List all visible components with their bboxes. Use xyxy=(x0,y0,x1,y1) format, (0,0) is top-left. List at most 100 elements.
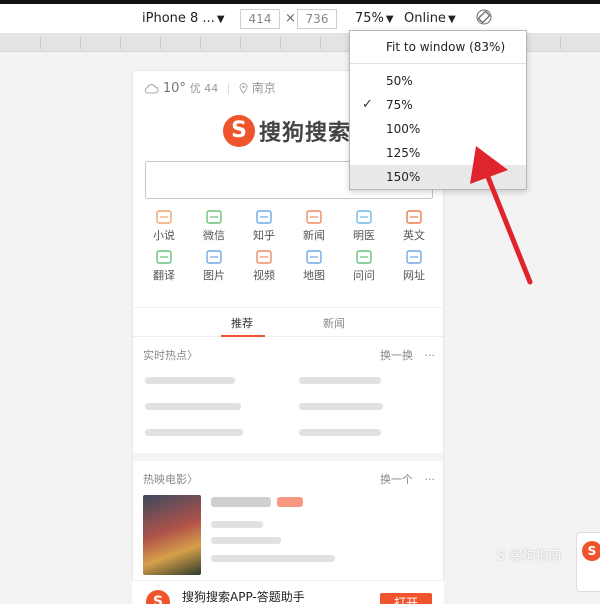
hot-topic-item[interactable] xyxy=(145,403,241,410)
hot-topics-title[interactable]: 实时热点 xyxy=(143,349,187,362)
zoom-caret-icon: ▼ xyxy=(385,14,394,25)
shortcut-english[interactable]: 英文 xyxy=(389,209,439,243)
active-tab-indicator xyxy=(221,335,265,337)
dimension-separator: × xyxy=(285,11,296,26)
menu-item-zoom-option[interactable]: ✓ 75% xyxy=(350,93,526,117)
network-label: Online xyxy=(404,11,446,26)
app-download-banner[interactable]: S 搜狗搜索APP-答题助手 打开 xyxy=(132,580,444,604)
zoom-option-label: 150% xyxy=(386,170,421,184)
shortcut-label: 翻译 xyxy=(153,269,175,282)
device-select[interactable]: iPhone 8 ... ▼ xyxy=(142,11,225,26)
movies-title[interactable]: 热映电影 xyxy=(143,473,187,486)
zoom-option-label: 100% xyxy=(386,122,421,136)
menu-separator xyxy=(350,63,526,64)
shortcut-medical[interactable]: 明医 xyxy=(339,209,389,243)
tab-recommend[interactable]: 推荐 xyxy=(231,315,253,331)
movie-meta xyxy=(211,521,263,528)
zoom-option-label: 75% xyxy=(386,98,413,112)
news-icon xyxy=(306,210,322,224)
sogou-logo: S 搜狗搜索 xyxy=(223,115,351,147)
website-icon xyxy=(406,250,422,264)
shortcut-label: 小说 xyxy=(153,229,175,242)
device-label: iPhone 8 ... xyxy=(142,11,215,26)
watermark: S 搜狗指南 xyxy=(497,549,562,564)
rotate-button[interactable] xyxy=(476,9,492,29)
image-icon xyxy=(206,250,222,264)
movie-title[interactable] xyxy=(211,497,271,507)
zhihu-icon xyxy=(256,210,272,224)
network-caret-icon: ▼ xyxy=(447,14,456,25)
hot-topics-chevron-icon: 〉 xyxy=(187,349,198,362)
zoom-option-label: 125% xyxy=(386,146,421,160)
shortcut-label: 知乎 xyxy=(253,229,275,242)
location-label: 南京 xyxy=(251,81,276,95)
hot-topic-item[interactable] xyxy=(299,403,383,410)
air-quality: 优 44 xyxy=(189,82,219,95)
section-divider xyxy=(133,453,443,461)
zoom-select[interactable]: 75% ▼ xyxy=(355,11,394,26)
rotate-icon xyxy=(476,9,492,25)
zoom-label: 75% xyxy=(355,11,384,26)
hot-topic-item[interactable] xyxy=(299,429,381,436)
movies-chevron-icon: 〉 xyxy=(187,473,198,486)
side-app-card[interactable]: S xyxy=(576,532,600,592)
shortcut-image[interactable]: 图片 xyxy=(189,249,239,283)
sogou-logo-icon: S xyxy=(223,115,255,147)
shortcut-question[interactable]: 问问 xyxy=(339,249,389,283)
movies-header: 热映电影〉 换一个 ··· xyxy=(143,471,435,487)
movie-meta xyxy=(211,555,335,562)
sogou-app-icon: S xyxy=(146,590,170,604)
shortcut-book[interactable]: 小说 xyxy=(139,209,189,243)
movies-refresh-button[interactable]: 换一个 xyxy=(380,473,413,486)
shortcut-label: 新闻 xyxy=(303,229,325,242)
cloud-icon xyxy=(144,84,159,94)
hot-refresh-button[interactable]: 换一换 xyxy=(380,349,413,362)
sogou-logo-text: 搜狗搜索 xyxy=(259,121,352,146)
question-icon xyxy=(356,250,372,264)
shortcut-website[interactable]: 网址 xyxy=(389,249,439,283)
video-icon xyxy=(256,250,272,264)
device-caret-icon: ▼ xyxy=(216,14,225,25)
movie-score xyxy=(277,497,303,507)
shortcut-wechat[interactable]: 微信 xyxy=(189,209,239,243)
hot-more-icon[interactable]: ··· xyxy=(425,349,436,362)
movies-more-icon[interactable]: ··· xyxy=(425,473,436,486)
menu-item-fit-to-window[interactable]: Fit to window (83%) xyxy=(350,35,526,59)
temperature: 10° xyxy=(162,81,186,96)
weather-bar[interactable]: 10° 优 44 南京 xyxy=(143,79,276,96)
shortcut-video[interactable]: 视频 xyxy=(239,249,289,283)
annotation-arrow xyxy=(470,146,533,285)
shortcut-map[interactable]: 地图 xyxy=(289,249,339,283)
hot-topics-header: 实时热点〉 换一换 ··· xyxy=(143,347,435,363)
movie-meta xyxy=(211,537,281,544)
network-select[interactable]: Online ▼ xyxy=(404,11,456,26)
hot-topic-item[interactable] xyxy=(145,429,243,436)
movie-poster[interactable] xyxy=(143,495,201,575)
shortcut-label: 问问 xyxy=(353,269,375,282)
side-app-logo-icon: S xyxy=(582,541,600,561)
location-pin-icon xyxy=(239,83,248,94)
app-banner-text: 搜狗搜索APP-答题助手 xyxy=(182,590,305,604)
hot-topic-item[interactable] xyxy=(299,377,381,384)
translate-icon xyxy=(156,250,172,264)
book-icon xyxy=(156,210,172,224)
shortcut-label: 微信 xyxy=(203,229,225,242)
shortcut-translate[interactable]: 翻译 xyxy=(139,249,189,283)
tab-news[interactable]: 新闻 xyxy=(323,315,345,331)
shortcut-label: 明医 xyxy=(353,229,375,242)
shortcut-label: 英文 xyxy=(403,229,425,242)
wechat-icon xyxy=(206,210,222,224)
menu-item-zoom-option[interactable]: 50% xyxy=(350,69,526,93)
shortcut-label: 图片 xyxy=(203,269,225,282)
width-input[interactable]: 414 xyxy=(240,9,280,29)
checkmark-icon: ✓ xyxy=(362,97,373,112)
zoom-option-label: 50% xyxy=(386,74,413,88)
open-app-button[interactable]: 打开 xyxy=(380,593,432,604)
height-input[interactable]: 736 xyxy=(297,9,337,29)
shortcut-label: 视频 xyxy=(253,269,275,282)
medical-icon xyxy=(356,210,372,224)
english-icon xyxy=(406,210,422,224)
shortcut-news[interactable]: 新闻 xyxy=(289,209,339,243)
hot-topic-item[interactable] xyxy=(145,377,235,384)
shortcut-zhihu[interactable]: 知乎 xyxy=(239,209,289,243)
